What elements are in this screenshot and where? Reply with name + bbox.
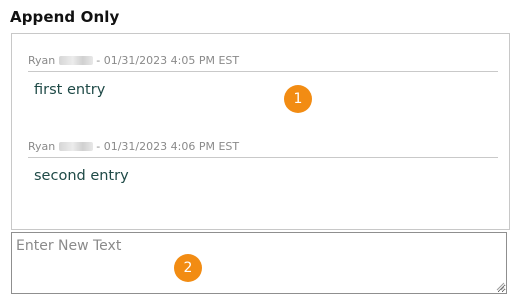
append-only-field: Append Only Ryan - 01/31/2023 4:05 PM EST…	[0, 0, 524, 304]
field-title: Append Only	[10, 8, 120, 26]
entry-timestamp: - 01/31/2023 4:06 PM EST	[96, 140, 240, 153]
entry-author: Ryan	[28, 140, 56, 153]
callout-badge-1: 1	[284, 85, 312, 113]
redacted-surname	[59, 56, 94, 65]
log-entry: Ryan - 01/31/2023 4:06 PM EST second entr…	[28, 139, 498, 184]
redacted-surname	[59, 142, 94, 151]
entry-text: first entry	[34, 82, 106, 98]
entry-author: Ryan	[28, 54, 56, 67]
entry-meta: Ryan - 01/31/2023 4:06 PM EST	[28, 139, 498, 158]
entry-timestamp: - 01/31/2023 4:05 PM EST	[96, 54, 240, 67]
callout-badge-2: 2	[174, 254, 202, 282]
new-text-input[interactable]	[11, 232, 507, 294]
log-entry: Ryan - 01/31/2023 4:05 PM EST first entry	[28, 53, 498, 98]
entry-meta: Ryan - 01/31/2023 4:05 PM EST	[28, 53, 498, 72]
entry-text: second entry	[34, 168, 129, 184]
entry-log: Ryan - 01/31/2023 4:05 PM EST first entry…	[11, 33, 510, 230]
